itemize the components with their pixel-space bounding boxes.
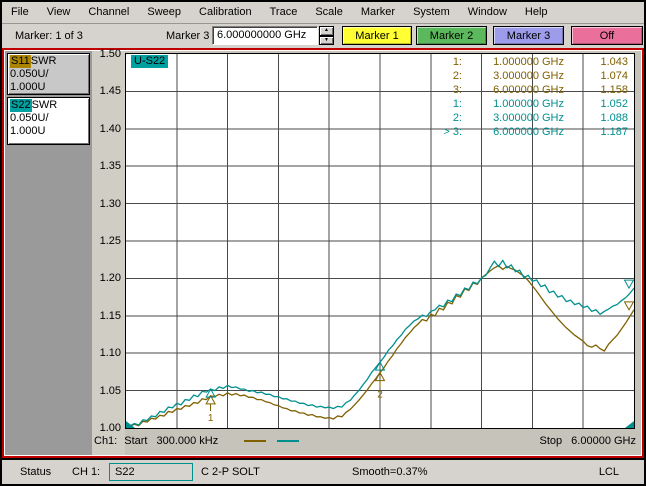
channel-footer: Ch1: Start 300.000 kHz Stop 6.00000 GHz [94,432,638,450]
menu-item-trace[interactable]: Trace [261,3,307,22]
readout-value: 1.088 [580,111,628,125]
menu-item-view[interactable]: View [38,3,80,22]
readout-row-s22: 2:3.000000 GHz1.088 [428,111,628,125]
swr-chart: U-S22 1:1.000000 GHz1.0432:3.000000 GHz1… [125,53,635,429]
cal-status-label: C 2-P SOLT [201,466,260,478]
channel-label: Ch1: [94,435,117,447]
y-tick-label: 1.20 [93,272,121,284]
y-tick-label: 1.40 [93,123,121,135]
status-label: Status [20,466,51,478]
active-trace-label: U-S22 [131,55,168,68]
readout-frequency: 6.000000 GHz [474,125,580,139]
menu-item-marker[interactable]: Marker [352,3,404,22]
y-tick-label: 1.10 [93,347,121,359]
readout-marker-number: 2: [428,111,474,125]
readout-frequency: 3.000000 GHz [474,111,580,125]
trace-button-s22[interactable]: S22SWR0.050U/1.000U [7,97,90,145]
start-label: Start [124,435,147,447]
trace-ref-label: 1.000U [10,125,87,138]
trace-button-s11[interactable]: S11SWR0.050U/1.000U [7,53,90,95]
y-tick-label: 1.05 [93,385,121,397]
s22-trace-legend [277,440,299,442]
readout-row-s22: > 3:6.000000 GHz1.187 [428,125,628,139]
marker-1-button[interactable]: Marker 1 [342,26,412,45]
marker-number-label: 2 [377,390,383,401]
start-value: 300.000 kHz [156,435,218,447]
status-bar: Status CH 1: S22 C 2-P SOLT Smooth=0.37%… [2,460,644,484]
y-tick-label: 1.35 [93,160,121,172]
trace-format-label: SWR [31,55,57,67]
status-measurement-box[interactable]: S22 [109,463,193,481]
status-channel-label: CH 1: [72,466,100,478]
readout-value: 1.052 [580,97,628,111]
readout-frequency: 3.000000 GHz [474,69,580,83]
menu-item-help[interactable]: Help [516,3,557,22]
readout-marker-number: > 3: [428,125,474,139]
trace-format-label: SWR [32,99,58,111]
smoothing-label: Smooth=0.37% [352,466,428,478]
readout-marker-number: 2: [428,69,474,83]
marker-number-label: 1 [208,413,214,424]
readout-row-s11: 1:1.000000 GHz1.043 [428,55,628,69]
y-tick-label: 1.50 [93,48,121,60]
trace-scale-label: 0.050U/ [10,112,87,125]
readout-frequency: 6.000000 GHz [474,83,580,97]
menu-item-channel[interactable]: Channel [79,3,138,22]
marker-3-button[interactable]: Marker 3 [493,26,564,45]
trace-ref-label: 1.000U [10,81,87,94]
y-tick-label: 1.15 [93,310,121,322]
marker-frequency-input[interactable]: 6.000000000 GHz [212,26,318,45]
marker-3-glyph[interactable] [625,280,634,288]
y-tick-label: 1.25 [93,235,121,247]
trace-id-tag: S11 [10,55,31,68]
readout-row-s11: 3:6.000000 GHz1.158 [428,83,628,97]
menu-item-scale[interactable]: Scale [306,3,352,22]
marker-readout-table: 1:1.000000 GHz1.0432:3.000000 GHz1.0743:… [428,55,628,139]
readout-frequency: 1.000000 GHz [474,55,580,69]
marker-frequency-stepper: ▲ ▼ [319,26,334,45]
readout-row-s22: 1:1.000000 GHz1.052 [428,97,628,111]
stepper-down-button[interactable]: ▼ [319,36,334,46]
marker-entry-label: Marker 3 [166,30,209,42]
readout-value: 1.074 [580,69,628,83]
lcl-mode-label: LCL [599,466,619,478]
menu-item-calibration[interactable]: Calibration [190,3,261,22]
readout-value: 1.158 [580,83,628,97]
y-tick-label: 1.45 [93,85,121,97]
sweep-stop-indicator [625,421,634,428]
readout-marker-number: 3: [428,83,474,97]
analyzer-screen: FileViewChannelSweepCalibrationTraceScal… [0,0,646,486]
trace-scale-label: 0.050U/ [10,68,87,81]
menu-item-system[interactable]: System [404,3,459,22]
trace-sidebar: S11SWR0.050U/1.000US22SWR0.050U/1.000U [5,51,92,455]
marker-2-button[interactable]: Marker 2 [416,26,487,45]
stop-label: Stop [540,435,563,447]
menu-bar: FileViewChannelSweepCalibrationTraceScal… [2,2,644,24]
marker-status-label: Marker: 1 of 3 [15,30,83,42]
stop-value: 6.00000 GHz [571,435,636,447]
menu-item-sweep[interactable]: Sweep [138,3,190,22]
readout-value: 1.187 [580,125,628,139]
y-tick-label: 1.30 [93,198,121,210]
marker-3-glyph[interactable] [625,302,634,310]
readout-frequency: 1.000000 GHz [474,97,580,111]
readout-row-s11: 2:3.000000 GHz1.074 [428,69,628,83]
y-axis-labels: 1.50 1.45 1.40 1.35 1.30 1.25 1.20 1.15 1.10 1.05… [92,51,125,455]
stepper-up-button[interactable]: ▲ [319,26,334,36]
readout-marker-number: 1: [428,97,474,111]
s11-trace-legend [244,440,266,442]
off-button[interactable]: Off [571,26,643,45]
marker-toolbar: Marker: 1 of 3 Marker 3 6.000000000 GHz … [2,24,644,48]
menu-item-window[interactable]: Window [459,3,516,22]
trace-id-tag: S22 [10,99,32,112]
menu-item-file[interactable]: File [2,3,38,22]
readout-value: 1.043 [580,55,628,69]
readout-marker-number: 1: [428,55,474,69]
measurement-display: S11SWR0.050U/1.000US22SWR0.050U/1.000U 1… [2,48,644,458]
